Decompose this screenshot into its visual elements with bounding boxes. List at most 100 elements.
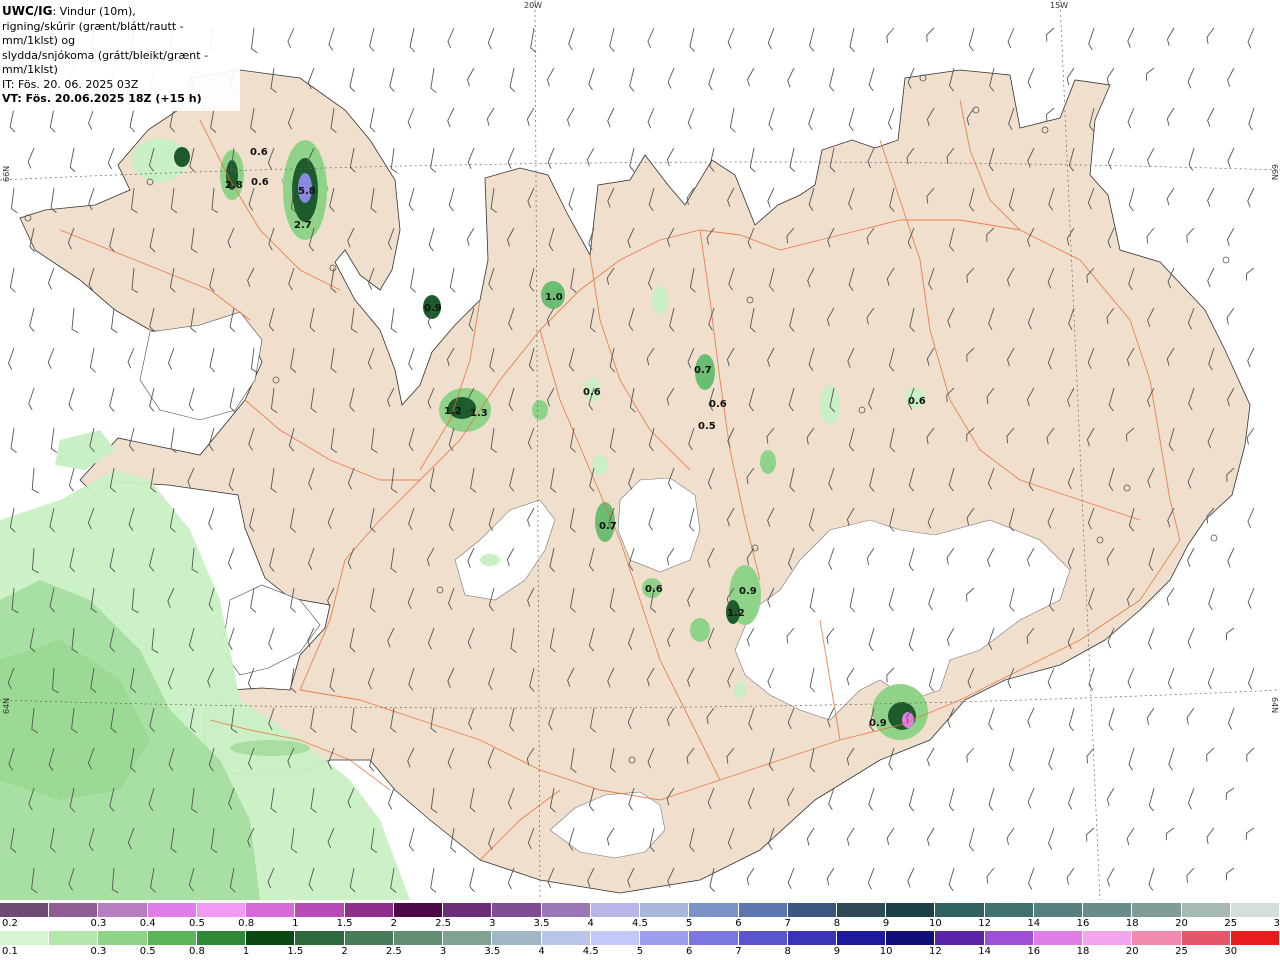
- colorbar-swatch: [49, 931, 99, 945]
- colorbar-tick-label: 18: [1076, 946, 1090, 957]
- precip-small-12: [230, 740, 310, 756]
- colorbar-swatch: [984, 903, 1034, 917]
- colorbar-tick-label: 4.5: [632, 918, 648, 929]
- colorbar-tick-label: 30: [1273, 918, 1280, 929]
- lat-label-66n-right: 66N: [1270, 164, 1279, 181]
- precip-small-10: [480, 554, 500, 566]
- colorbar-tick-label: 16: [1076, 918, 1090, 929]
- colorbar-swatch: [1083, 903, 1133, 917]
- colorbar-swatch: [541, 931, 591, 945]
- colorbar-swatch: [787, 931, 837, 945]
- colorbar-swatch: [0, 903, 50, 917]
- colorbar-tick-label: 0.5: [139, 946, 156, 957]
- colorbar-swatch: [492, 931, 542, 945]
- map-canvas[interactable]: 0.6 0.6 5.8 2.8 2.7 1.0 0.7 0.6 0.6 0.5 …: [0, 0, 1280, 901]
- colorbar-swatch: [1033, 903, 1084, 917]
- colorbar-swatch: [1230, 903, 1280, 917]
- colorbar-swatch: [1230, 931, 1280, 945]
- colorbar-tick-label: 4: [587, 918, 594, 929]
- colorbar-tick-label: 2: [341, 946, 348, 957]
- colorbar-swatch: [0, 931, 50, 945]
- weather-map[interactable]: 0.6 0.6 5.8 2.8 2.7 1.0 0.7 0.6 0.6 0.5 …: [0, 0, 1280, 901]
- colorbar-tick-label: 4.5: [582, 946, 599, 957]
- colorbar-tick-label: 2: [390, 918, 397, 929]
- colorbar-swatch: [886, 903, 936, 917]
- precip-label: 5.8: [298, 186, 316, 197]
- header-line-2: rigning/skúrir (grænt/blátt/rautt - mm/1…: [2, 19, 184, 48]
- colorbar-swatch: [1181, 931, 1231, 945]
- colorbar-swatch: [590, 903, 641, 917]
- colorbar-tick-label: 6: [735, 918, 742, 929]
- colorbar-swatch: [492, 903, 542, 917]
- colorbar-swatch: [98, 931, 148, 945]
- colorbar-swatch: [738, 903, 788, 917]
- precip-label: 0.7: [694, 365, 712, 376]
- precip-label: 2.8: [225, 180, 243, 191]
- colorbar-swatch: [640, 903, 690, 917]
- colorbar-swatch: [393, 931, 444, 945]
- colorbar-tick-label: 2.5: [385, 946, 402, 957]
- precip-small-11: [734, 682, 746, 698]
- colorbar-tick-label: 3: [489, 918, 496, 929]
- lon-label-15w: 15W: [1050, 1, 1069, 10]
- colorbar-tick-label: 6: [686, 946, 693, 957]
- valid-time: VT: Fös. 20.06.2025 18Z (+15 h): [2, 92, 202, 105]
- color-legend: 0.2 0.3 0.4 0.5 0.8 1 1.5 2 2.5 3 3.5 4 4.5 5 6 7 8 9 10 12…: [0, 900, 1280, 960]
- colorbar-tick-label: 0.2: [2, 918, 18, 929]
- precip-label: 1.2: [444, 406, 462, 417]
- colorbar-swatch: [196, 931, 247, 945]
- precip-small-3: [760, 450, 776, 474]
- colorbar-swatch: [147, 931, 197, 945]
- colorbar-tick-label: 0.5: [188, 918, 205, 929]
- colorbar-tick-label: 14: [1027, 918, 1041, 929]
- colorbar-swatch: [443, 931, 493, 945]
- colorbar-tick-label: 8: [833, 918, 841, 929]
- precip-label: 2.7: [294, 220, 312, 231]
- colorbar-tick-label: 12: [928, 946, 942, 957]
- colorbar-tick-label: 2.5: [435, 918, 451, 929]
- colorbar-swatch: [984, 931, 1034, 945]
- colorbar-tick-label: 9: [882, 918, 890, 929]
- precip-label: 0.6: [250, 147, 268, 158]
- precip-label: 0.6: [908, 396, 926, 407]
- precip-label: 0.9: [869, 718, 887, 729]
- colorbar-swatch: [49, 903, 99, 917]
- header-line-1-rest: : Vindur (10m),: [52, 5, 136, 18]
- colorbar-tick-label: 1: [292, 918, 299, 929]
- precip-label: 0.6: [251, 177, 269, 188]
- colorbar-swatch: [295, 931, 345, 945]
- colorbar-tick-label: 0.8: [238, 918, 255, 929]
- colorbar-swatch: [640, 931, 690, 945]
- colorbar-tick-label: 0.8: [188, 946, 205, 957]
- colorbar-swatch: [836, 931, 887, 945]
- precip-small-5: [690, 618, 710, 642]
- lat-label-64n-right: 64N: [1270, 697, 1279, 714]
- colorbar-swatch: [344, 903, 394, 917]
- colorbar-tick-label: 1.5: [336, 918, 353, 929]
- colorbar-swatch: [443, 903, 493, 917]
- precip-label: 1.2: [727, 608, 745, 619]
- header-line-3: slydda/snjókoma (grátt/bleikt/grænt - mm…: [2, 48, 209, 77]
- colorbar-tick-label: 10: [928, 918, 942, 929]
- colorbar-tick-label: 7: [735, 946, 742, 957]
- colorbar-tick-label: 8: [784, 946, 791, 957]
- colorbar-tick-label: 4: [538, 946, 545, 957]
- snow-colorbar: [0, 903, 1280, 917]
- colorbar-swatch: [541, 903, 591, 917]
- colorbar-tick-label: 9: [833, 946, 841, 957]
- precip-label: 0.9: [424, 303, 442, 314]
- colorbar-swatch: [98, 903, 148, 917]
- colorbar-swatch: [886, 931, 936, 945]
- glacier-hofsjokull: [617, 477, 701, 573]
- colorbar-tick-label: 25: [1175, 946, 1188, 957]
- header-line-1: UWC/IG: Vindur (10m),: [2, 4, 240, 20]
- colorbar-tick-label: 30: [1224, 946, 1238, 957]
- colorbar-tick-label: 3.5: [484, 946, 501, 957]
- lat-label-66n-left: 66N: [2, 165, 11, 182]
- colorbar-tick-label: 16: [1027, 946, 1041, 957]
- colorbar-swatch: [196, 903, 247, 917]
- precip-label: 0.6: [709, 399, 727, 410]
- colorbar-tick-label: 3.5: [533, 918, 550, 929]
- model-title: UWC/IG: [2, 4, 53, 18]
- colorbar-tick-label: 0.3: [90, 946, 107, 957]
